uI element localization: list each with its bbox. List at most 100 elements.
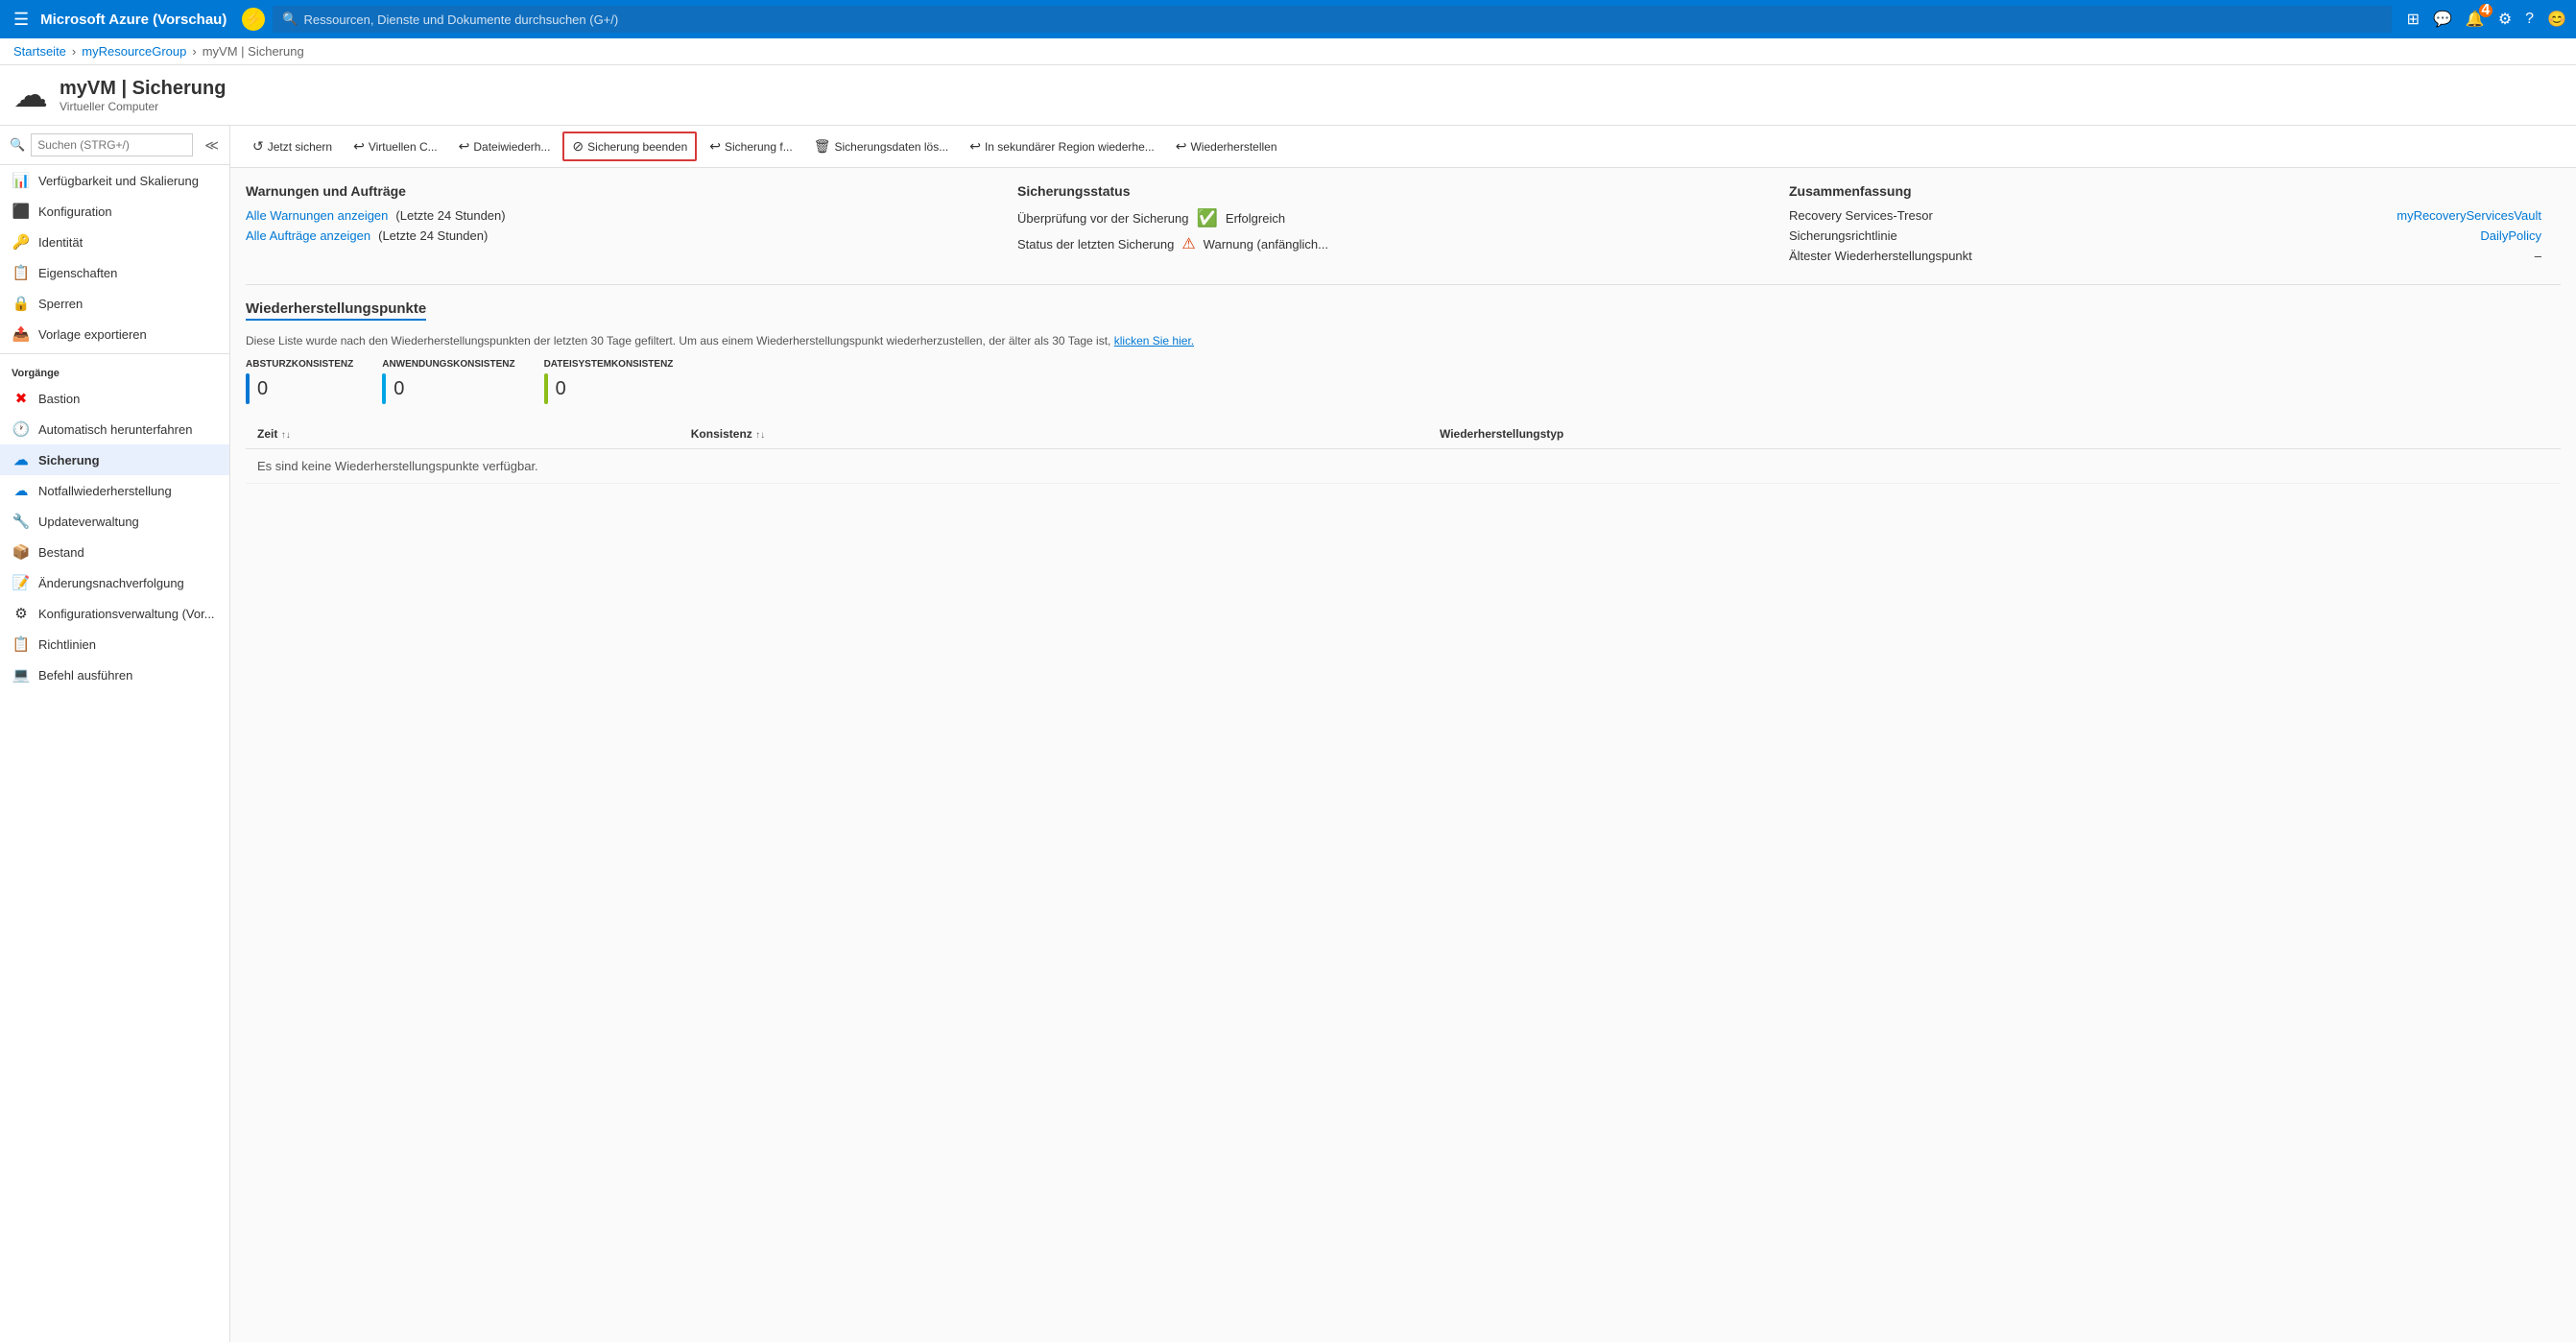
consistency-dateisystem: DATEISYSTEMKONSISTENZ 0 (544, 359, 674, 404)
kv-key-2: Sicherungsrichtlinie (1789, 228, 1897, 243)
breadcrumb: Startseite › myResourceGroup › myVM | Si… (0, 38, 2576, 65)
btn-sicherung-f[interactable]: ↩ Sicherung f... (701, 132, 800, 160)
hamburger-icon[interactable]: ☰ (10, 6, 33, 34)
sidebar-item-sperren[interactable]: 🔒 Sperren (0, 288, 229, 319)
sidebar-item-eigenschaften[interactable]: 📋 Eigenschaften (0, 257, 229, 288)
alle-auftraege-link[interactable]: Alle Aufträge anzeigen (246, 228, 370, 243)
btn-wiederherstellen[interactable]: ↩ Wiederherstellen (1167, 132, 1286, 160)
warnings-suffix1: (Letzte 24 Stunden) (395, 208, 505, 223)
kv-key-3: Ältester Wiederherstellungspunkt (1789, 249, 1972, 263)
user-icon[interactable]: 😊 (2547, 10, 2566, 29)
settings-icon[interactable]: ⚙ (2498, 10, 2512, 29)
sidebar-item-sicherung[interactable]: ☁ Sicherung (0, 444, 229, 475)
vorlage-icon: 📤 (12, 325, 31, 343)
breadcrumb-home[interactable]: Startseite (13, 44, 66, 59)
sidebar-item-herunterfahren[interactable]: 🕐 Automatisch herunterfahren (0, 414, 229, 444)
btn-label: Dateiwiederh... (473, 140, 550, 154)
sidebar-item-bastion[interactable]: ✖ Bastion (0, 383, 229, 414)
th-zeit[interactable]: Zeit ↑↓ (246, 419, 680, 449)
sidebar-item-label: Identität (38, 235, 218, 250)
sidebar-item-label: Richtlinien (38, 637, 218, 652)
feedback-icon[interactable]: 💬 (2433, 10, 2452, 29)
bastion-icon: ✖ (12, 390, 31, 407)
sort-icon-konsistenz: ↑↓ (755, 430, 765, 441)
btn-sekundaer[interactable]: ↩ In sekundärer Region wiederhe... (961, 132, 1163, 160)
konfiguration-icon: ⬛ (12, 203, 31, 220)
sidebar-item-befehl[interactable]: 💻 Befehl ausführen (0, 659, 229, 690)
kv-key-1: Recovery Services-Tresor (1789, 208, 1933, 223)
btn-virtuellen[interactable]: ↩ Virtuellen C... (345, 132, 446, 160)
kv-val-1[interactable]: myRecoveryServicesVault (2397, 208, 2541, 223)
page-header-text: myVM | Sicherung Virtueller Computer (60, 78, 226, 113)
sidebar-search-input[interactable] (31, 133, 193, 156)
dateisystem-label: DATEISYSTEMKONSISTENZ (544, 359, 674, 370)
info-link[interactable]: klicken Sie hier. (1114, 334, 1194, 347)
table-head: Zeit ↑↓ Konsistenz ↑↓ Wiederherstellungs… (246, 419, 2561, 449)
status-title: Sicherungsstatus (1017, 183, 1770, 199)
warnings-row1: Alle Warnungen anzeigen (Letzte 24 Stund… (246, 208, 998, 223)
recovery-info: Diese Liste wurde nach den Wiederherstel… (246, 334, 2561, 347)
summary-kv-3: Ältester Wiederherstellungspunkt – (1789, 249, 2541, 263)
absturz-label: ABSTURZKONSISTENZ (246, 359, 353, 370)
alert-icon[interactable]: ⚡ (242, 8, 265, 31)
page-subtitle: Virtueller Computer (60, 100, 226, 113)
sidebar-item-update[interactable]: 🔧 Updateverwaltung (0, 506, 229, 537)
sidebar-search-container: 🔍 ≪ (0, 126, 229, 165)
info-text-content: Diese Liste wurde nach den Wiederherstel… (246, 334, 1110, 347)
btn-label: Sicherungsdaten lös... (834, 140, 948, 154)
sidebar-item-vorlage[interactable]: 📤 Vorlage exportieren (0, 319, 229, 349)
table-empty-row: Es sind keine Wiederherstellungspunkte v… (246, 449, 2561, 484)
anwendung-bar (382, 373, 386, 404)
nav-icons: ⊞ 💬 🔔 4 ⚙ ? 😊 (2407, 10, 2566, 29)
status-col: Sicherungsstatus Überprüfung vor der Sic… (1017, 183, 1789, 269)
search-bar[interactable]: 🔍 (273, 6, 2391, 33)
main-content: ↺ Jetzt sichern ↩ Virtuellen C... ↩ Date… (230, 126, 2576, 1342)
app-title: Microsoft Azure (Vorschau) (40, 12, 227, 28)
verfuegbarkeit-icon: 📊 (12, 172, 31, 189)
recovery-section: Wiederherstellungspunkte Diese Liste wur… (246, 300, 2561, 484)
sidebar-item-verfuegbarkeit[interactable]: 📊 Verfügbarkeit und Skalierung (0, 165, 229, 196)
consistency-bars: ABSTURZKONSISTENZ 0 ANWENDUNGSKONSISTENZ… (246, 359, 2561, 404)
notification-bell[interactable]: 🔔 4 (2466, 10, 2485, 29)
kv-val-2[interactable]: DailyPolicy (2480, 228, 2541, 243)
search-input[interactable] (304, 12, 2382, 27)
consistency-absturz: ABSTURZKONSISTENZ 0 (246, 359, 353, 404)
sidebar-item-konfverwaltung[interactable]: ⚙ Konfigurationsverwaltung (Vor... (0, 598, 229, 629)
sidebar-item-label: Sicherung (38, 453, 218, 467)
sidebar-item-bestand[interactable]: 📦 Bestand (0, 537, 229, 567)
success-icon: ✅ (1197, 208, 1218, 228)
sidebar-item-notfall[interactable]: ☁ Notfallwiederherstellung (0, 475, 229, 506)
portal-icon[interactable]: ⊞ (2407, 10, 2420, 29)
anwendung-row: 0 (382, 373, 514, 404)
btn-loeschen[interactable]: 🗑 Sicherungsdaten lös... (805, 132, 958, 160)
sidebar-item-richtlinien[interactable]: 📋 Richtlinien (0, 629, 229, 659)
sidebar-item-label: Verfügbarkeit und Skalierung (38, 174, 218, 188)
sidebar-item-label: Notfallwiederherstellung (38, 484, 218, 498)
vm-icon: ☁ (13, 75, 48, 115)
sicherung-icon: ☁ (12, 451, 31, 468)
sidebar: 🔍 ≪ 📊 Verfügbarkeit und Skalierung ⬛ Kon… (0, 126, 230, 1342)
anwendung-count: 0 (394, 378, 404, 400)
th-typ-label: Wiederherstellungstyp (1440, 427, 1563, 441)
btn-sicherung-beenden[interactable]: ⊘ Sicherung beenden (562, 132, 697, 161)
sidebar-collapse-btn[interactable]: ≪ (199, 135, 225, 156)
breadcrumb-sep2: › (192, 44, 196, 59)
sidebar-item-konfiguration[interactable]: ⬛ Konfiguration (0, 196, 229, 227)
sidebar-item-label: Änderungsnachverfolgung (38, 576, 218, 590)
th-konsistenz-label: Konsistenz (691, 427, 752, 441)
bestand-icon: 📦 (12, 543, 31, 561)
alle-warnungen-link[interactable]: Alle Warnungen anzeigen (246, 208, 388, 223)
sidebar-item-aenderung[interactable]: 📝 Änderungsnachverfolgung (0, 567, 229, 598)
breadcrumb-rg[interactable]: myResourceGroup (82, 44, 186, 59)
recovery-title: Wiederherstellungspunkte (246, 300, 426, 321)
th-konsistenz[interactable]: Konsistenz ↑↓ (680, 419, 1428, 449)
sidebar-item-identitaet[interactable]: 🔑 Identität (0, 227, 229, 257)
absturz-bar (246, 373, 250, 404)
help-icon[interactable]: ? (2525, 11, 2534, 28)
btn-dateiwieder[interactable]: ↩ Dateiwiederh... (450, 132, 560, 160)
sidebar-item-label: Vorlage exportieren (38, 327, 218, 342)
btn-label: Sicherung f... (725, 140, 793, 154)
notfall-icon: ☁ (12, 482, 31, 499)
btn-jetzt-sichern[interactable]: ↺ Jetzt sichern (244, 132, 341, 160)
breadcrumb-sep1: › (72, 44, 76, 59)
